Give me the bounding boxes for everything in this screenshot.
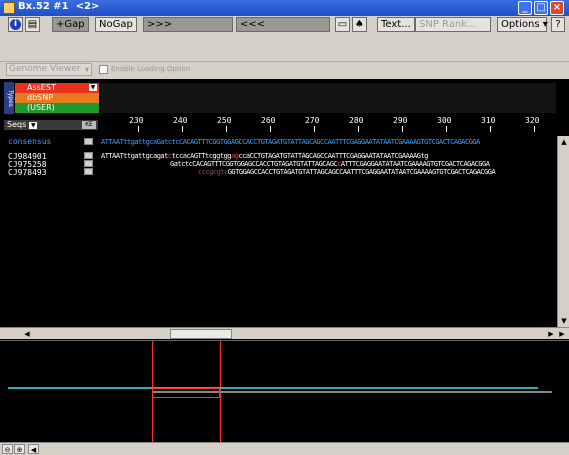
window-icon[interactable]: ▭ [335,17,350,32]
options-label: Options [501,19,540,30]
zoom-in-icon[interactable]: ⊕ [14,444,25,454]
feature-lane [101,93,556,103]
window-title: Bx.52 #1 <2> [18,1,100,12]
zoom-out-icon[interactable]: ⊖ [2,444,13,454]
sequence-name[interactable]: CJ978493 [8,168,47,177]
viewer-select[interactable]: Genome Viewer ▾ [6,63,92,76]
scroll-thumb[interactable] [170,329,232,339]
ruler-tick [314,126,315,132]
ruler-label: 290 [393,116,408,125]
feature-lane [101,83,556,93]
scroll-down-icon[interactable]: ▼ [559,316,569,326]
ruler-label: 280 [349,116,364,125]
overview-panel[interactable] [0,340,569,443]
sort-icon[interactable]: KE [82,121,96,129]
toolbar: i ▤ +Gap NoGap >>> <<< ▭ ♠ Text... SNP R… [0,16,569,34]
chevron-down-icon[interactable]: ▼ [29,122,38,129]
close-button[interactable]: × [550,1,564,15]
toolbar-spacer [0,34,569,62]
sequence-segment: cccgcgtc [198,168,228,176]
sequence-detail-icon[interactable] [84,160,93,167]
position-ruler: 230 240 250 260 270 280 290 300 310 320 [101,116,556,132]
ruler-tick [446,126,447,132]
feature-track-label: dbSNP [27,93,54,102]
seqs-header-label: Seqs [7,120,27,129]
ruler-label: 250 [217,116,232,125]
chevron-down-icon[interactable]: ▼ [89,84,97,91]
title-bar: Bx.52 #1 <2> _ □ × [0,0,569,16]
ruler-tick [270,126,271,132]
feature-track-label: (USER) [27,103,55,112]
snp-rank-button[interactable]: SNP Rank... [415,17,491,32]
ruler-tick [358,126,359,132]
sequence-detail-icon[interactable] [84,152,93,159]
app-icon [3,2,15,14]
sequence-row: cccgcgtcGGTGGAGCCACCTGTAGATGTATTAGCAGCCA… [198,168,496,176]
app-window: Bx.52 #1 <2> _ □ × i ▤ +Gap NoGap >>> <<… [0,0,569,455]
overview-scrollbar[interactable]: ⊖ ⊕ ◀ [0,442,569,455]
scroll-right-icon[interactable]: ▶ [546,329,556,339]
ruler-tick [534,126,535,132]
ruler-label: 310 [481,116,496,125]
next-button[interactable]: >>> [143,17,233,32]
scroll-up-icon[interactable]: ▲ [559,137,569,147]
scroll-left-icon[interactable]: ◀ [28,444,39,454]
info-icon[interactable]: i [8,17,23,32]
maximize-button[interactable]: □ [534,1,548,15]
ruler-tick [182,126,183,132]
enable-loading-label: Enable Loading Option [111,65,191,73]
sequence-segment: ATTAATttgattgcagat [101,152,168,160]
help-button[interactable]: ? [551,17,565,32]
feature-track-assest[interactable]: AssEST ▼ [15,83,99,93]
text-button[interactable]: Text... [377,17,415,32]
ruler-label: 300 [437,116,452,125]
vertical-scrollbar[interactable]: ▲ ▼ [557,136,569,327]
prev-button[interactable]: <<< [236,17,330,32]
sequence-row: GatctcCACAGTTTCGGTGGAGCCACCTGTAGATGTATTA… [170,160,490,168]
sequence-row: ATTAATttgattgcagatctccacAGTTtcggtggagcca… [101,152,428,160]
sequence-detail-icon[interactable] [84,168,93,175]
overview-consensus-line [8,387,538,389]
ruler-label: 240 [173,116,188,125]
seqs-header[interactable]: Seqs ▼ KE [4,120,98,130]
add-gap-button[interactable]: +Gap [52,17,89,32]
ruler-label: 230 [129,116,144,125]
feature-track-label: AssEST [27,83,56,92]
horizontal-scrollbar[interactable]: ◀ ▶ ▶ [0,327,569,339]
feature-types-tab[interactable]: Types [4,82,14,114]
sequence-detail-icon[interactable] [84,138,93,145]
options-menu[interactable]: Options ▾ [497,17,548,32]
sequence-segment: GatctcCACAGTTTCGGTGGAGCCACCTGTAGATGTATTA… [170,160,338,168]
ruler-tick [490,126,491,132]
scroll-left-icon[interactable]: ◀ [22,329,32,339]
sequence-segment: ccaCCTGTAGATGTATTAGCAGCCAATTTCGAGGAATATA… [238,152,428,160]
minimize-button[interactable]: _ [518,1,532,15]
ruler-label: 260 [261,116,276,125]
list-icon[interactable]: ▤ [25,17,40,32]
feature-track-dbsnp[interactable]: dbSNP [15,93,99,103]
chevron-down-icon: ▾ [84,65,89,74]
ruler-tick [138,126,139,132]
binoculars-icon[interactable]: ♠ [352,17,367,32]
ruler-tick [402,126,403,132]
feature-lane [101,103,556,113]
ruler-label: 270 [305,116,320,125]
consensus-sequence: ATTAATttgattgcaGatctcCACAGTTTCGGTGGAGCCA… [101,138,480,146]
sequence-name-consensus[interactable]: consensus [8,137,51,146]
overview-viewport-box[interactable] [152,388,220,398]
enable-loading-checkbox[interactable] [99,65,108,74]
ruler-tick [226,126,227,132]
nogap-button[interactable]: NoGap [95,17,137,32]
sequence-segment: tccacAGTTtcggtgg [171,152,232,160]
viewer-select-value: Genome Viewer [9,64,81,74]
sequence-segment: GGTGGAGCCACCTGTAGATGTATTAGCAGCCAATTTCGAG… [227,168,496,176]
sequence-segment: ATTTCGAGGAATATAATCGAAAAGTGTCGACTCAGACGGA [340,160,490,168]
feature-track-user[interactable]: (USER) [15,103,99,113]
ruler-label: 320 [525,116,540,125]
scroll-right-end-icon[interactable]: ▶ [557,329,567,339]
